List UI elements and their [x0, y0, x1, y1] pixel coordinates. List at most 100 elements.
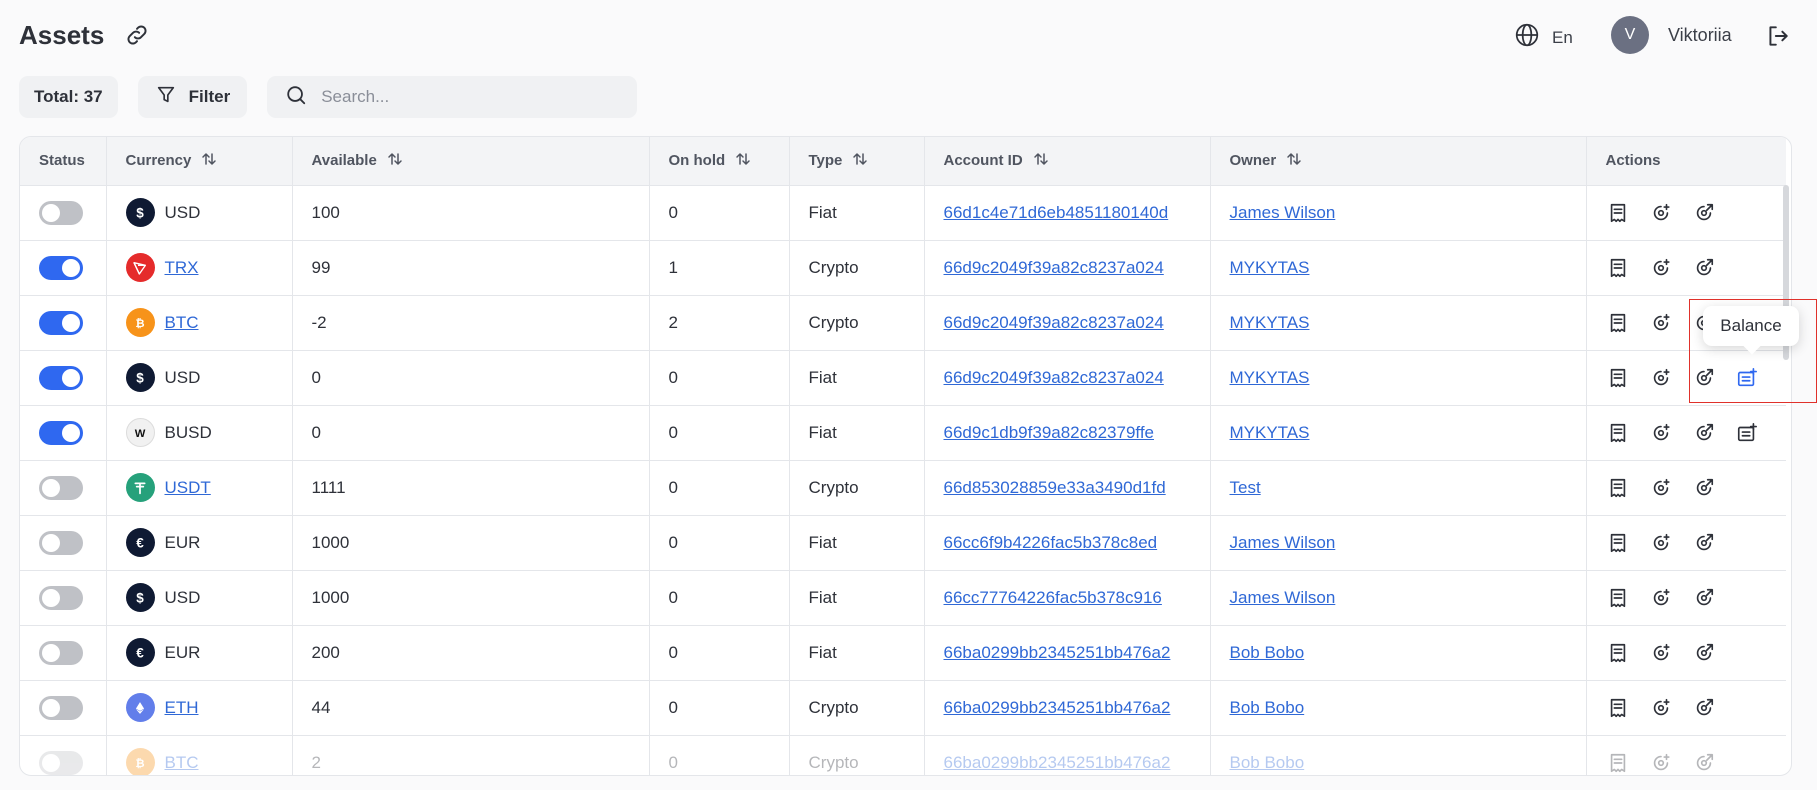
owner-link[interactable]: MYKYTAS [1230, 258, 1310, 277]
sort-icon[interactable] [387, 151, 403, 171]
balance-icon[interactable] [1735, 366, 1759, 390]
column-header[interactable]: Type [789, 137, 925, 186]
currency: ETH [125, 693, 292, 722]
avatar[interactable]: V [1611, 16, 1649, 54]
deposit-icon[interactable] [1649, 311, 1673, 335]
deposit-icon[interactable] [1649, 586, 1673, 610]
account-id-link[interactable]: 66cc77764226fac5b378c916 [944, 588, 1162, 607]
transactions-icon[interactable] [1606, 421, 1630, 445]
deposit-icon[interactable] [1649, 476, 1673, 500]
currency-link[interactable]: BTC [165, 313, 199, 333]
column-header[interactable]: Available [292, 137, 650, 186]
status-toggle[interactable] [39, 255, 83, 280]
withdraw-icon[interactable] [1692, 256, 1716, 280]
sort-icon[interactable] [735, 151, 751, 171]
deposit-icon[interactable] [1649, 421, 1673, 445]
currency-link[interactable]: TRX [165, 258, 199, 278]
account-id-link[interactable]: 66d9c2049f39a82c8237a024 [944, 313, 1164, 332]
owner-link[interactable]: Bob Bobo [1230, 643, 1305, 662]
owner-link[interactable]: James Wilson [1230, 533, 1336, 552]
status-toggle[interactable] [39, 475, 83, 500]
account-id-link[interactable]: 66d9c2049f39a82c8237a024 [944, 368, 1164, 387]
deposit-icon[interactable] [1649, 256, 1673, 280]
column-label: Currency [125, 152, 192, 170]
transactions-icon[interactable] [1606, 476, 1630, 500]
transactions-icon[interactable] [1606, 641, 1630, 665]
deposit-icon[interactable] [1649, 366, 1673, 390]
status-toggle[interactable] [39, 750, 83, 775]
account-id-link[interactable]: 66d9c2049f39a82c8237a024 [944, 258, 1164, 277]
withdraw-icon[interactable] [1692, 751, 1716, 775]
deposit-icon[interactable] [1649, 751, 1673, 775]
owner-link[interactable]: Test [1230, 478, 1261, 497]
status-toggle[interactable] [39, 310, 83, 335]
owner-link[interactable]: MYKYTAS [1230, 313, 1310, 332]
status-toggle[interactable] [39, 420, 83, 445]
copy-link-icon[interactable] [124, 22, 150, 48]
withdraw-icon[interactable] [1692, 586, 1716, 610]
currency-link[interactable]: BTC [165, 753, 199, 773]
sort-icon[interactable] [1286, 151, 1302, 171]
transactions-icon[interactable] [1606, 531, 1630, 555]
status-toggle[interactable] [39, 640, 83, 665]
currency-link[interactable]: ETH [165, 698, 199, 718]
deposit-icon[interactable] [1649, 641, 1673, 665]
status-toggle[interactable] [39, 200, 83, 225]
balance-icon[interactable] [1735, 421, 1759, 445]
deposit-icon[interactable] [1649, 201, 1673, 225]
owner-link[interactable]: Bob Bobo [1230, 753, 1305, 772]
withdraw-icon[interactable] [1692, 201, 1716, 225]
withdraw-icon[interactable] [1692, 641, 1716, 665]
filter-icon [155, 84, 177, 111]
language-selector[interactable]: En [1514, 22, 1573, 53]
status-toggle[interactable] [39, 365, 83, 390]
column-header[interactable]: Owner [1210, 137, 1587, 186]
owner-link[interactable]: James Wilson [1230, 203, 1336, 222]
deposit-icon[interactable] [1649, 696, 1673, 720]
transactions-icon[interactable] [1606, 696, 1630, 720]
owner-link[interactable]: James Wilson [1230, 588, 1336, 607]
status-toggle[interactable] [39, 530, 83, 555]
status-toggle[interactable] [39, 695, 83, 720]
available-value-cell: 0 [292, 405, 650, 461]
owner-link[interactable]: MYKYTAS [1230, 368, 1310, 387]
status-toggle[interactable] [39, 585, 83, 610]
user-name[interactable]: Viktoriia [1668, 25, 1732, 46]
on-hold-value-cell: 0 [649, 185, 790, 241]
withdraw-icon[interactable] [1692, 531, 1716, 555]
table-row: $ USD 1000 0 Fiat 66cc77764226fac5b378c916 Jam… [20, 570, 1786, 626]
transactions-icon[interactable] [1606, 751, 1630, 775]
account-id-link[interactable]: 66ba0299bb2345251bb476a2 [944, 698, 1171, 717]
column-header[interactable]: Currency [106, 137, 293, 186]
withdraw-icon[interactable] [1692, 421, 1716, 445]
deposit-icon[interactable] [1649, 531, 1673, 555]
account-id-link[interactable]: 66d853028859e33a3490d1fd [944, 478, 1166, 497]
sort-icon[interactable] [1033, 151, 1049, 171]
usd-coin-icon: $ [125, 198, 155, 227]
transactions-icon[interactable] [1606, 311, 1630, 335]
account-id-link[interactable]: 66d9c1db9f39a82c82379ffe [944, 423, 1155, 442]
transactions-icon[interactable] [1606, 201, 1630, 225]
transactions-icon[interactable] [1606, 366, 1630, 390]
sort-icon[interactable] [201, 151, 217, 171]
withdraw-icon[interactable] [1692, 476, 1716, 500]
account-id-link[interactable]: 66d1c4e71d6eb4851180140d [944, 203, 1169, 222]
account-id-link[interactable]: 66cc6f9b4226fac5b378c8ed [944, 533, 1158, 552]
logout-icon[interactable] [1765, 23, 1791, 49]
owner-link[interactable]: MYKYTAS [1230, 423, 1310, 442]
column-header[interactable]: Account ID [924, 137, 1211, 186]
filter-button[interactable]: Filter [137, 76, 248, 118]
currency-link[interactable]: USDT [165, 478, 211, 498]
column-label: Actions [1605, 152, 1661, 170]
transactions-icon[interactable] [1606, 256, 1630, 280]
account-id-link[interactable]: 66ba0299bb2345251bb476a2 [944, 643, 1171, 662]
transactions-icon[interactable] [1606, 586, 1630, 610]
account-id-link[interactable]: 66ba0299bb2345251bb476a2 [944, 753, 1171, 772]
withdraw-icon[interactable] [1692, 366, 1716, 390]
withdraw-icon[interactable] [1692, 696, 1716, 720]
sort-icon[interactable] [852, 151, 868, 171]
owner-link[interactable]: Bob Bobo [1230, 698, 1305, 717]
search-input[interactable]: Search... [267, 76, 638, 118]
column-header[interactable]: On hold [649, 137, 790, 186]
currency-cell: ETH [106, 680, 293, 736]
